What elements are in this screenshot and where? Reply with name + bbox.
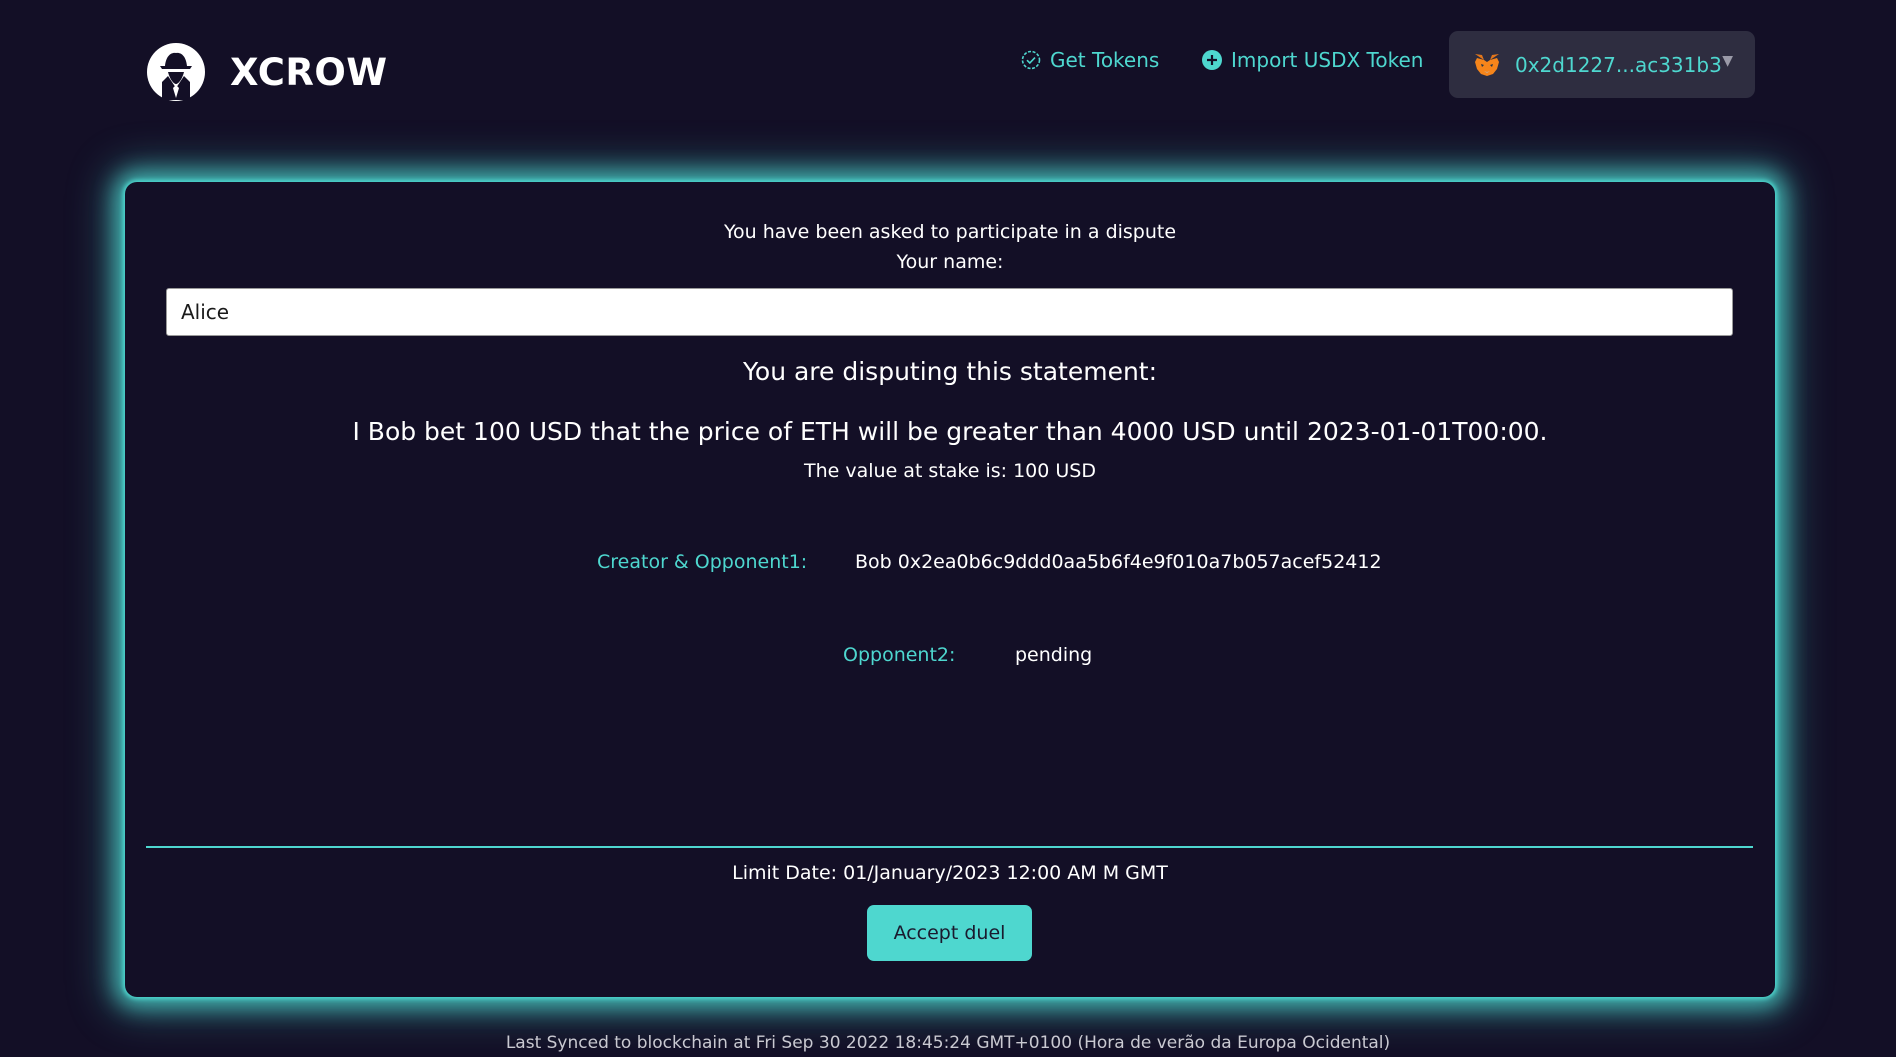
wallet-dropdown[interactable]: 0x2d1227...ac331b3 ▼ xyxy=(1449,31,1755,98)
logo[interactable]: XCROW xyxy=(146,42,388,102)
opponent2-value: pending xyxy=(1015,644,1093,666)
statement-text: I Bob bet 100 USD that the price of ETH … xyxy=(352,417,1548,446)
import-token-link[interactable]: Import USDX Token xyxy=(1201,48,1423,72)
get-tokens-link[interactable]: Get Tokens xyxy=(1020,48,1159,72)
badge-check-icon xyxy=(1021,50,1041,70)
creator-value: Bob 0x2ea0b6c9ddd0aa5b6f4e9f010a7b057ace… xyxy=(855,551,1382,573)
creator-label: Creator & Opponent1: xyxy=(597,551,808,573)
sync-status: Last Synced to blockchain at Fri Sep 30 … xyxy=(505,1033,1391,1053)
divider xyxy=(146,846,1753,848)
name-input[interactable] xyxy=(166,288,1733,336)
get-tokens-label: Get Tokens xyxy=(1050,48,1160,72)
name-label: Your name: xyxy=(896,251,1004,273)
wallet-address: 0x2d1227...ac331b3 xyxy=(1515,52,1722,77)
opponent2-label: Opponent2: xyxy=(843,644,956,666)
plus-circle-icon xyxy=(1202,50,1222,70)
header: XCROW Get Tokens Import USDX Token 0x2d1… xyxy=(0,0,1896,140)
stake-text: The value at stake is: 100 USD xyxy=(803,460,1096,482)
dispute-heading: You are disputing this statement: xyxy=(742,357,1158,386)
invite-text: You have been asked to participate in a … xyxy=(723,221,1177,243)
metamask-fox-icon xyxy=(1475,53,1499,76)
limit-date: Limit Date: 01/January/2023 12:00 AM M G… xyxy=(732,862,1168,884)
import-token-label: Import USDX Token xyxy=(1231,48,1424,72)
accept-duel-button[interactable]: Accept duel xyxy=(867,905,1032,961)
brand-name: XCROW xyxy=(230,50,388,94)
dispute-card: You have been asked to participate in a … xyxy=(125,182,1775,997)
caret-down-icon: ▼ xyxy=(1722,53,1733,69)
spy-hat-logo-icon xyxy=(147,43,205,101)
